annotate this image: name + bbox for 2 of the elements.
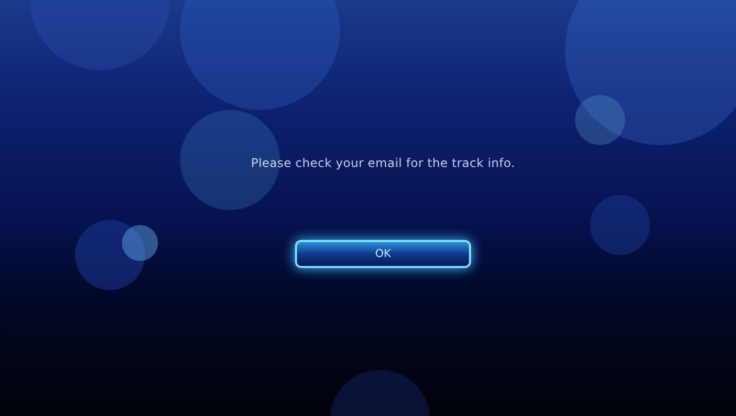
dialog-message: Please check your email for the track info. [250,155,515,172]
ok-button[interactable]: OK [295,240,471,268]
